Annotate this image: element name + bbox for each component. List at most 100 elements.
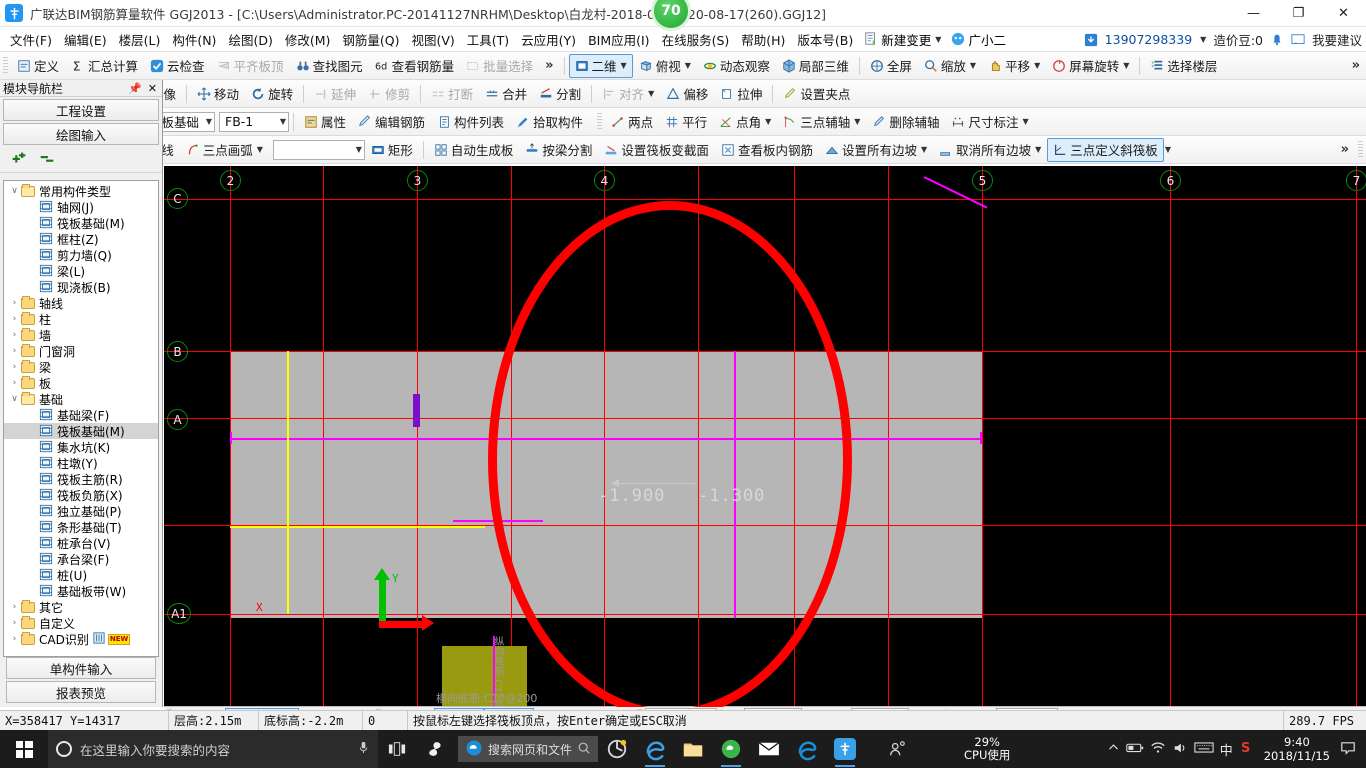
toolbar-grip[interactable] [3,56,8,75]
chevron-down-icon[interactable]: ▼ [648,89,654,98]
toolbar-grip[interactable] [597,112,603,131]
microphone-icon[interactable] [357,740,370,758]
select-floor-button[interactable]: 选择楼层 [1144,54,1223,78]
taskbar-edge-search-box[interactable]: 搜索网页和文件 [458,736,599,762]
tree-item-筏板基础m[interactable]: 筏板基础(M) [4,215,158,231]
chevron-down-icon[interactable]: ▼ [765,117,771,126]
two-d-button[interactable]: 二维 ▼ [568,53,633,78]
tree-item-自定义[interactable]: › 自定义 [4,615,158,631]
account-chevron-down-icon[interactable]: ▼ [1200,35,1206,44]
rotate-button[interactable]: 旋转 [245,82,299,106]
set-all-slope-button[interactable]: 设置所有边坡 ▼ [819,138,933,162]
view-slab-rebar-button[interactable]: 查看板内钢筋 [715,138,819,162]
move-button[interactable]: 移动 [191,82,245,106]
draw-mode-combo[interactable]: ▼ [272,139,365,160]
merge-button[interactable]: 合并 [479,82,533,106]
beans-label[interactable]: 造价豆:0 [1213,30,1263,49]
zoom-button[interactable]: 缩放 ▼ [918,54,982,78]
delete-aux-axis-button[interactable]: 删除辅轴 [866,110,945,134]
menu-help[interactable]: 帮助(H) [735,27,791,52]
chevron-down-icon[interactable]: ▼ [1034,61,1040,70]
component-list-button[interactable]: 构件列表 [431,110,510,134]
tree-item-轴网j[interactable]: 轴网(J) [4,199,158,215]
toolbar-grip[interactable] [1358,140,1363,159]
menu-floor[interactable]: 楼层(L) [113,27,167,52]
menu-draw[interactable]: 绘图(D) [222,27,278,52]
local-3d-button[interactable]: 局部三维 [776,54,855,78]
bell-icon[interactable] [1270,33,1284,47]
user-nickname-button[interactable]: 广小二 [946,28,1011,51]
grid-bubble-left[interactable]: A1 [167,603,191,624]
minimize-button[interactable]: — [1231,0,1276,27]
keyboard-icon[interactable] [1194,741,1214,757]
notification-icon[interactable] [1336,730,1360,768]
chevron-down-icon[interactable]: ▼ [621,61,627,70]
three-point-arc-button[interactable]: 三点画弧 ▼ [180,138,269,162]
tree-item-墙[interactable]: › 墙 [4,327,158,343]
volume-icon[interactable] [1172,741,1188,758]
menu-file[interactable]: 文件(F) [4,27,58,52]
set-raft-section-button[interactable]: 设置筏板变截面 [598,138,715,162]
point-angle-button[interactable]: 点角 ▼ [713,110,777,134]
search-icon[interactable] [577,741,591,758]
chevron-down-icon[interactable]: ▼ [935,35,941,44]
tree-item-集水坑k[interactable]: 集水坑(K) [4,439,158,455]
chevron-down-icon[interactable]: ▼ [275,117,286,126]
orbit-button[interactable]: 动态观察 [697,54,776,78]
grid-bubble-top[interactable]: 6 [1160,170,1181,191]
stretch-button[interactable]: 拉伸 [714,82,768,106]
report-preview-button[interactable]: 报表预览 [6,681,156,703]
batch-select-button[interactable]: 批量选择 [460,54,539,78]
app-icon-explorer[interactable] [674,730,712,768]
grid-bubble-left[interactable]: A [167,409,188,430]
chevron-down-icon[interactable]: ▼ [1035,145,1041,154]
task-view-icon[interactable] [378,730,416,768]
chevron-down-icon[interactable]: ▼ [1022,117,1028,126]
chevron-down-icon[interactable]: ▼ [970,61,976,70]
tree-item-桩u[interactable]: 桩(U) [4,567,158,583]
pan-button[interactable]: 平移 ▼ [982,54,1046,78]
top-view-button[interactable]: 俯视 ▼ [633,54,697,78]
new-change-button[interactable]: 新建变更 ▼ [859,28,946,51]
chevron-down-icon[interactable]: ▼ [685,61,691,70]
extend-button[interactable]: 延伸 [308,82,362,106]
pick-component-button[interactable]: 拾取构件 [510,110,589,134]
phone-number-label[interactable]: 13907298339 [1105,32,1192,47]
drawing-canvas[interactable]: 横向底筋:C12@200 纵向底筋:C12@200 Y X 2 3 4 5 6 … [164,166,1366,707]
tree-item-柱[interactable]: › 柱 [4,311,158,327]
app-icon-browser-circle[interactable] [598,730,636,768]
offset-button[interactable]: 偏移 [660,82,714,106]
tree-item-框柱z[interactable]: 框柱(Z) [4,231,158,247]
taskbar-clock[interactable]: 9:40 2018/11/15 [1260,735,1330,763]
collapse-all-icon[interactable] [38,150,56,169]
grid-bubble-top[interactable]: 7 [1346,170,1366,191]
chevron-down-icon[interactable]: ∨ [8,394,21,404]
sogou-icon[interactable]: S [1239,740,1254,758]
battery-icon[interactable] [1125,741,1144,757]
tree-item-常用构件类型[interactable]: ∨ 常用构件类型 [4,183,158,199]
column-element[interactable] [413,394,420,427]
menu-tools[interactable]: 工具(T) [461,27,515,52]
trim-button[interactable]: 修剪 [362,82,416,106]
app-icon-ggj[interactable] [826,730,864,768]
drawing-input-button[interactable]: 绘图输入 [3,123,159,145]
tree-item-柱墩y[interactable]: 柱墩(Y) [4,455,158,471]
grid-bubble-top[interactable]: 3 [407,170,428,191]
app-icon-ie[interactable] [636,730,674,768]
tree-item-筏板负筋x[interactable]: 筏板负筋(X) [4,487,158,503]
component-tree[interactable]: ∨ 常用构件类型 轴网(J) 筏板基础(M) 框柱(Z) 剪力墙(Q) 梁(L) 现浇板(B)… [3,180,159,657]
close-button[interactable]: ✕ [1321,0,1366,27]
feedback-label[interactable]: 我要建议 [1312,30,1362,49]
close-icon[interactable]: ✕ [148,82,157,95]
chevron-down-icon[interactable]: ∨ [8,186,21,196]
menu-version[interactable]: 版本号(B) [791,27,859,52]
three-point-aux-axis-button[interactable]: 三点辅轴 ▼ [777,110,866,134]
define-button[interactable]: 定义 [11,54,65,78]
cloud-check-button[interactable]: 云检查 [144,54,211,78]
tree-item-其它[interactable]: › 其它 [4,599,158,615]
set-grip-button[interactable]: 设置夹点 [777,82,856,106]
chevron-down-icon[interactable]: ▼ [201,117,212,126]
chevron-down-icon[interactable]: ▼ [921,145,927,154]
three-point-slope-raft-chevron-down-icon[interactable]: ▼ [1165,145,1171,154]
split-button[interactable]: 分割 [533,82,587,106]
